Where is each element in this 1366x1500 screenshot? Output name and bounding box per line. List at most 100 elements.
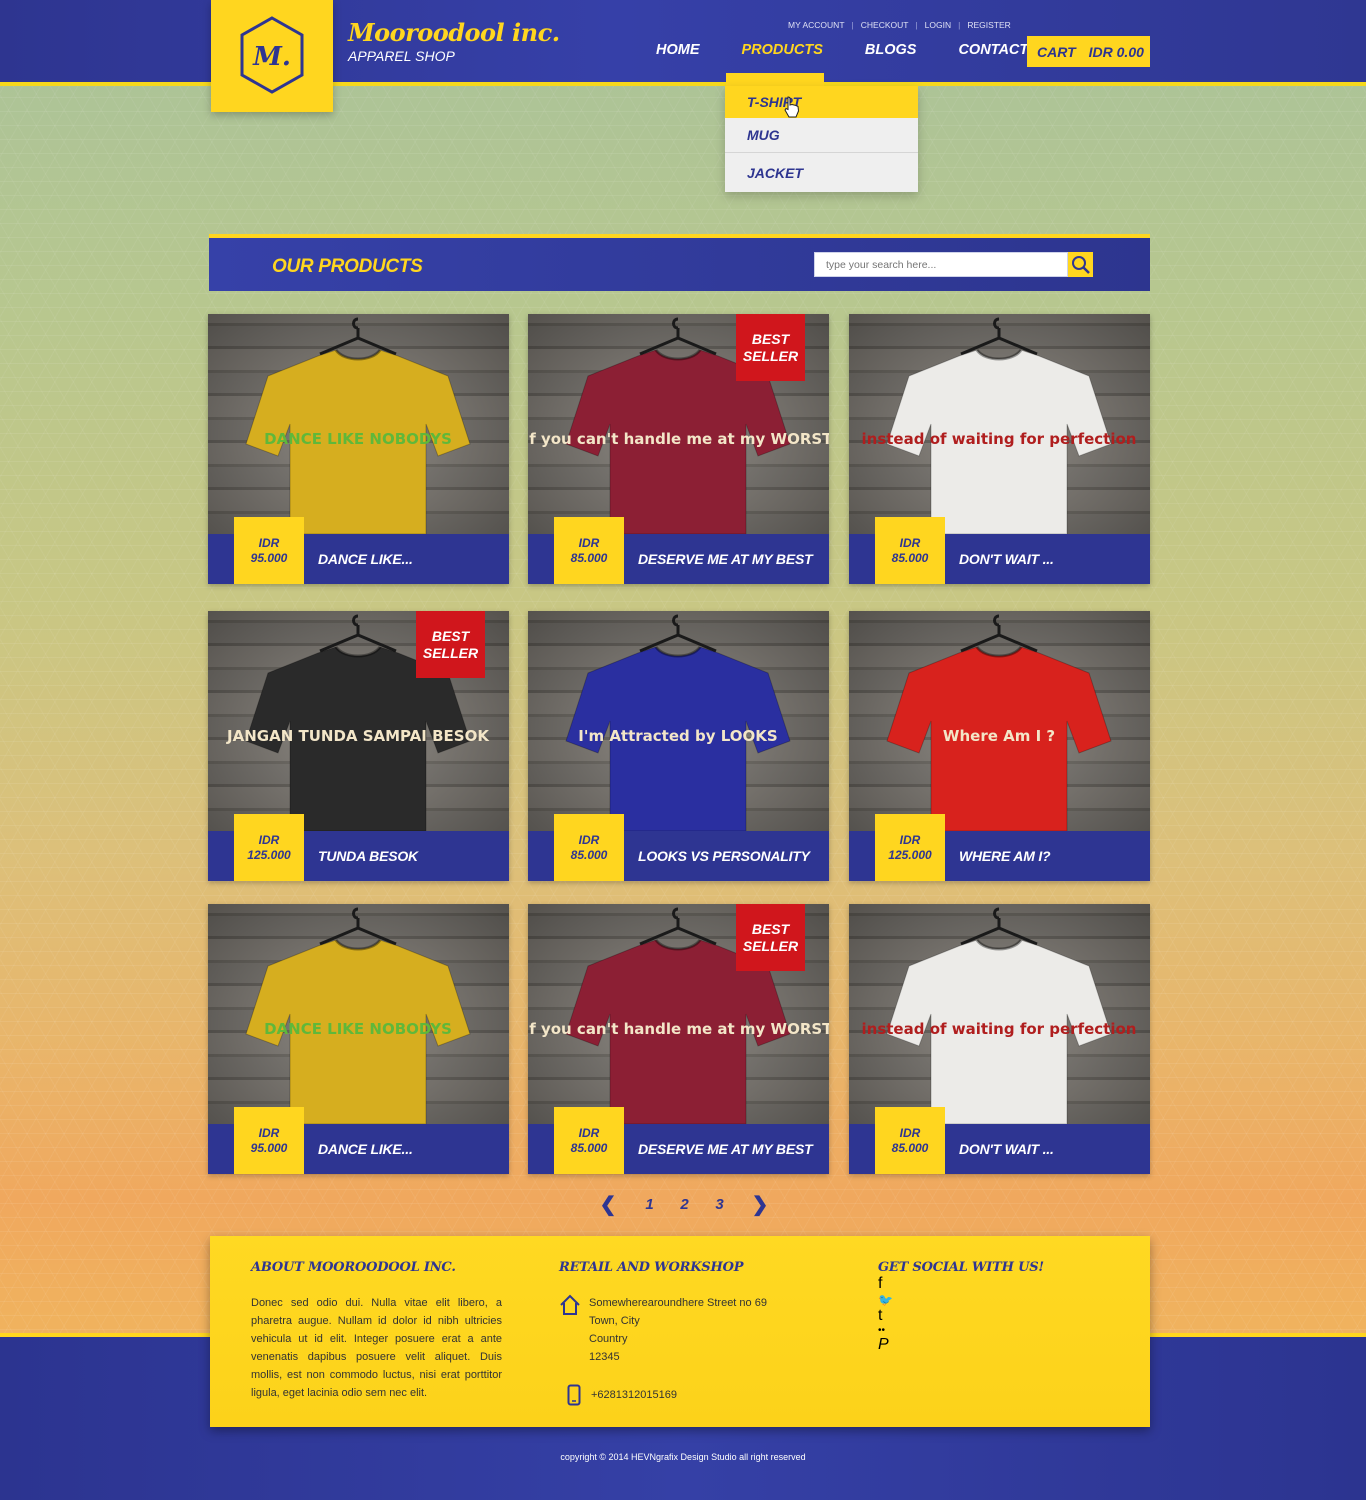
cart-label: CART: [1037, 43, 1076, 60]
price-value: 85.000: [570, 847, 608, 862]
page-1-button[interactable]: 1: [635, 1190, 664, 1218]
price-currency: IDR: [899, 832, 921, 847]
dropdown-item-label: MUG: [747, 127, 780, 143]
divider: |: [915, 20, 918, 30]
search-button[interactable]: [1068, 252, 1093, 277]
section-title: OUR PRODUCTS: [272, 256, 423, 277]
tumblr-icon[interactable]: t: [878, 1307, 1128, 1325]
badge-line: BEST: [431, 627, 470, 644]
product-name[interactable]: DANCE LIKE...: [318, 1141, 413, 1157]
logo-letter: M.: [252, 42, 291, 72]
price-tag: IDR 125.000: [234, 814, 304, 881]
page-2-button[interactable]: 2: [670, 1190, 699, 1218]
divider: |: [851, 20, 854, 30]
products-dropdown-tab: [726, 73, 824, 86]
brand-subtitle: APPAREL SHOP: [348, 48, 455, 64]
social-title: GET SOCIAL WITH US!: [878, 1260, 1044, 1275]
product-card[interactable]: I'm Attracted by LOOKS IDR 85.000 LOOKS VS …: [528, 611, 829, 881]
price-tag: IDR 95.000: [234, 1107, 304, 1174]
badge-line: BEST: [751, 920, 790, 937]
about-title: ABOUT MOOROODOOL INC.: [251, 1260, 456, 1275]
dropdown-item-tshirt[interactable]: T-SHIRT: [725, 86, 918, 118]
products-dropdown: T-SHIRT MUG JACKET: [725, 86, 918, 192]
product-card[interactable]: DANCE LIKE NOBODYS IDR 95.000 DANCE LIKE...: [208, 904, 509, 1174]
footer-panel: ABOUT MOOROODOOL INC. Donec sed odio dui…: [210, 1236, 1150, 1427]
address-line: 12345: [589, 1351, 620, 1363]
product-name[interactable]: TUNDA BESOK: [318, 848, 418, 864]
product-name[interactable]: DESERVE ME AT MY BEST: [638, 1141, 813, 1157]
product-card[interactable]: instead of waiting for perfection IDR 85.0…: [849, 904, 1150, 1174]
price-value: 95.000: [250, 1140, 288, 1155]
home-icon: [560, 1294, 580, 1315]
badge-line: SELLER: [422, 644, 479, 661]
price-currency: IDR: [258, 535, 280, 550]
nav-blogs[interactable]: BLOGS: [865, 42, 917, 58]
price-value: 125.000: [247, 847, 291, 862]
price-value: 125.000: [888, 847, 932, 862]
dropdown-item-jacket[interactable]: JACKET: [725, 153, 918, 192]
product-name[interactable]: DON'T WAIT ...: [959, 1141, 1054, 1157]
brand-name: Mooroodool inc.: [348, 18, 560, 47]
product-card[interactable]: DANCE LIKE NOBODYS IDR 95.000 DANCE LIKE...: [208, 314, 509, 584]
tshirt-image: instead of waiting for perfection: [862, 907, 1136, 1124]
product-name[interactable]: DANCE LIKE...: [318, 551, 413, 567]
nav-home[interactable]: HOME: [656, 42, 700, 58]
product-name[interactable]: WHERE AM I?: [959, 848, 1051, 864]
my-account-link[interactable]: MY ACCOUNT: [788, 20, 845, 30]
search-input[interactable]: [814, 252, 1068, 277]
about-column: ABOUT MOOROODOOL INC. Donec sed odio dui…: [251, 1260, 502, 1402]
logo[interactable]: M.: [211, 0, 333, 112]
product-name[interactable]: DON'T WAIT ...: [959, 551, 1054, 567]
product-card[interactable]: Where Am I ? IDR 125.000 WHERE AM I?: [849, 611, 1150, 881]
address-line: Town, City: [589, 1315, 640, 1327]
tshirt-image: instead of waiting for perfection: [862, 317, 1136, 534]
product-card[interactable]: instead of waiting for perfection IDR 85.0…: [849, 314, 1150, 584]
social-column: GET SOCIAL WITH US! f 🐦 t •• P: [878, 1260, 1128, 1430]
nav-contact[interactable]: CONTACT: [958, 42, 1028, 58]
prev-page-button[interactable]: ❮: [597, 1192, 619, 1217]
register-link[interactable]: REGISTER: [967, 20, 1010, 30]
price-tag: IDR 85.000: [554, 1107, 624, 1174]
address-block: Somewherearoundhere Street no 69 Town, C…: [559, 1294, 767, 1406]
badge-line: BEST: [751, 330, 790, 347]
shirt-print: DANCE LIKE NOBODYS: [264, 430, 452, 448]
price-value: 95.000: [250, 550, 288, 565]
price-tag: IDR 125.000: [875, 814, 945, 881]
shirt-print: Where Am I ?: [943, 727, 1055, 745]
best-seller-badge: BEST SELLER: [736, 904, 805, 971]
dropdown-item-mug[interactable]: MUG: [725, 118, 918, 153]
address-line: Country: [589, 1333, 628, 1345]
retail-title: RETAIL AND WORKSHOP: [559, 1260, 744, 1275]
product-card[interactable]: If you can't handle me at my WORST IDR 85.…: [528, 314, 829, 584]
price-currency: IDR: [578, 535, 600, 550]
product-name[interactable]: LOOKS VS PERSONALITY: [638, 848, 810, 864]
tshirt-image: I'm Attracted by LOOKS: [565, 614, 791, 831]
price-currency: IDR: [899, 535, 921, 550]
cart-amount: IDR 0.00: [1088, 43, 1144, 60]
phone-number: +6281312015169: [591, 1389, 677, 1401]
page-3-button[interactable]: 3: [705, 1190, 734, 1218]
shirt-print: JANGAN TUNDA SAMPAI BESOK: [226, 727, 490, 745]
price-currency: IDR: [899, 1125, 921, 1140]
about-text: Donec sed odio dui. Nulla vitae elit lib…: [251, 1297, 502, 1399]
checkout-link[interactable]: CHECKOUT: [861, 20, 909, 30]
shirt-print: I'm Attracted by LOOKS: [578, 727, 777, 745]
hand-cursor-icon: [784, 96, 800, 118]
twitter-icon[interactable]: 🐦: [878, 1293, 1128, 1307]
price-tag: IDR 85.000: [554, 517, 624, 584]
price-value: 85.000: [891, 550, 929, 565]
product-card[interactable]: If you can't handle me at my WORST IDR 85.…: [528, 904, 829, 1174]
price-value: 85.000: [570, 550, 608, 565]
login-link[interactable]: LOGIN: [925, 20, 951, 30]
facebook-icon[interactable]: f: [878, 1275, 1128, 1293]
product-card[interactable]: JANGAN TUNDA SAMPAI BESOK IDR 125.000 TUNDA…: [208, 611, 509, 881]
flickr-icon[interactable]: ••: [878, 1325, 1128, 1336]
price-currency: IDR: [578, 1125, 600, 1140]
pinterest-icon[interactable]: P: [878, 1336, 1128, 1354]
product-name[interactable]: DESERVE ME AT MY BEST: [638, 551, 813, 567]
nav-products[interactable]: PRODUCTS: [742, 42, 823, 58]
badge-line: SELLER: [742, 937, 799, 954]
next-page-button[interactable]: ❯: [749, 1192, 771, 1217]
cart-button[interactable]: CART IDR 0.00: [1027, 36, 1150, 67]
tshirt-image: Where Am I ?: [886, 614, 1112, 831]
